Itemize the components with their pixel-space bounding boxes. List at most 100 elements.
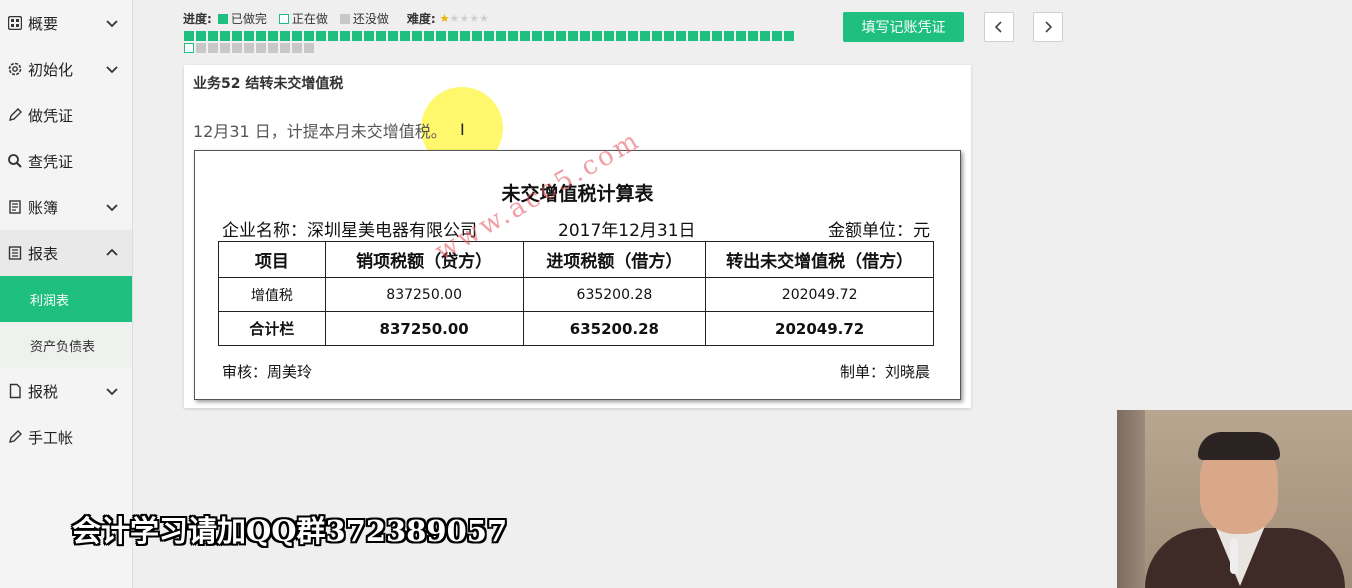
chevron-down-icon (106, 388, 118, 396)
progress-cell[interactable] (448, 31, 458, 41)
sidebar-item-make-voucher[interactable]: 做凭证 (0, 92, 132, 138)
progress-cell[interactable] (520, 31, 530, 41)
sidebar-subitem-balance-sheet[interactable]: 资产负债表 (0, 322, 132, 368)
star-icon: ★ (459, 12, 470, 25)
legend-todo-label: 还没做 (352, 12, 389, 26)
progress-cell[interactable] (592, 31, 602, 41)
progress-cell[interactable] (760, 31, 770, 41)
amount-unit: 金额单位：元 (828, 221, 930, 241)
prev-button[interactable] (984, 12, 1014, 42)
progress-cell[interactable] (328, 31, 338, 41)
progress-cell[interactable] (376, 31, 386, 41)
progress-cell[interactable] (208, 43, 218, 53)
fill-voucher-button[interactable]: 填写记账凭证 (843, 12, 964, 42)
progress-cell[interactable] (712, 31, 722, 41)
progress-cell[interactable] (304, 31, 314, 41)
progress-cell[interactable] (748, 31, 758, 41)
legend-todo-swatch (339, 13, 350, 24)
progress-cell[interactable] (424, 31, 434, 41)
progress-cell[interactable] (736, 31, 746, 41)
progress-cell[interactable] (604, 31, 614, 41)
progress-cell[interactable] (280, 31, 290, 41)
progress-cell[interactable] (628, 31, 638, 41)
progress-cell[interactable] (616, 31, 626, 41)
progress-cell[interactable] (256, 31, 266, 41)
progress-cell[interactable] (244, 43, 254, 53)
progress-cell[interactable] (664, 31, 674, 41)
progress-cell[interactable] (232, 43, 242, 53)
sheet-date: 2017年12月31日 (558, 221, 696, 241)
auditor: 审核：周美玲 (222, 363, 313, 381)
progress-cell[interactable] (508, 31, 518, 41)
progress-cell[interactable] (544, 31, 554, 41)
progress-cell[interactable] (724, 31, 734, 41)
table-cell: 202049.72 (705, 311, 934, 346)
sidebar-subitem-income-statement[interactable]: 利润表 (0, 276, 132, 322)
progress-cell[interactable] (196, 31, 206, 41)
progress-cell[interactable] (388, 31, 398, 41)
table-cell: 合计栏 (218, 311, 326, 346)
sidebar-item-label: 初始化 (28, 60, 74, 79)
progress-cell[interactable] (184, 43, 194, 53)
progress-cell[interactable] (532, 31, 542, 41)
progress-cell[interactable] (352, 31, 362, 41)
webcam-overlay (1117, 410, 1352, 588)
progress-cell[interactable] (364, 31, 374, 41)
progress-cell[interactable] (220, 31, 230, 41)
progress-cell[interactable] (244, 31, 254, 41)
progress-cell[interactable] (436, 31, 446, 41)
progress-cell[interactable] (784, 31, 794, 41)
task-description: 12月31 日，计提本月未交增值税。 (193, 122, 447, 141)
sidebar-item-ledger[interactable]: 账簿 (0, 184, 132, 230)
progress-cell[interactable] (568, 31, 578, 41)
sidebar-item-manual-ledger[interactable]: 手工帐 (0, 414, 132, 460)
sidebar-item-query-voucher[interactable]: 查凭证 (0, 138, 132, 184)
progress-cell[interactable] (772, 31, 782, 41)
progress-cell[interactable] (412, 31, 422, 41)
progress-cell[interactable] (400, 31, 410, 41)
progress-cell[interactable] (208, 31, 218, 41)
star-icon: ★ (449, 12, 460, 25)
difficulty-stars: ★ ★ ★ ★ ★ (440, 12, 489, 25)
progress-cell[interactable] (340, 31, 350, 41)
progress-cell[interactable] (556, 31, 566, 41)
sidebar-item-init[interactable]: 初始化 (0, 46, 132, 92)
column-header: 销项税额（贷方） (324, 241, 524, 278)
sidebar-item-reports[interactable]: 报表 (0, 230, 132, 276)
progress-cell[interactable] (280, 43, 290, 53)
progress-cell[interactable] (220, 43, 230, 53)
sidebar-item-tax[interactable]: 报税 (0, 368, 132, 414)
search-icon (6, 152, 24, 170)
next-button[interactable] (1033, 12, 1063, 42)
webcam-person-hair (1198, 432, 1280, 460)
legend-done-swatch (217, 13, 228, 24)
progress-cell[interactable] (196, 43, 206, 53)
progress-cell[interactable] (292, 31, 302, 41)
table-cell: 202049.72 (705, 277, 934, 312)
legend-doing-swatch (278, 13, 289, 24)
progress-cell[interactable] (676, 31, 686, 41)
progress-cell[interactable] (688, 31, 698, 41)
progress-cell[interactable] (460, 31, 470, 41)
progress-cell[interactable] (232, 31, 242, 41)
progress-cell[interactable] (316, 31, 326, 41)
legend-done-label: 已做完 (230, 12, 267, 26)
sidebar-item-label: 概要 (28, 14, 59, 33)
sidebar-item-overview[interactable]: 概要 (0, 0, 132, 46)
column-header: 转出未交增值税（借方） (705, 241, 934, 278)
progress-cell[interactable] (496, 31, 506, 41)
progress-cell[interactable] (652, 31, 662, 41)
progress-cell[interactable] (580, 31, 590, 41)
progress-cell[interactable] (292, 43, 302, 53)
progress-cell[interactable] (256, 43, 266, 53)
progress-cell[interactable] (472, 31, 482, 41)
progress-cell[interactable] (304, 43, 314, 53)
sidebar-item-label: 做凭证 (28, 106, 74, 125)
progress-cell[interactable] (268, 31, 278, 41)
progress-cell[interactable] (700, 31, 710, 41)
progress-cell[interactable] (484, 31, 494, 41)
table-header-row: 项目 销项税额（贷方） 进项税额（借方） 转出未交增值税（借方） (218, 241, 934, 278)
progress-cell[interactable] (268, 43, 278, 53)
progress-cell[interactable] (184, 31, 194, 41)
progress-cell[interactable] (640, 31, 650, 41)
